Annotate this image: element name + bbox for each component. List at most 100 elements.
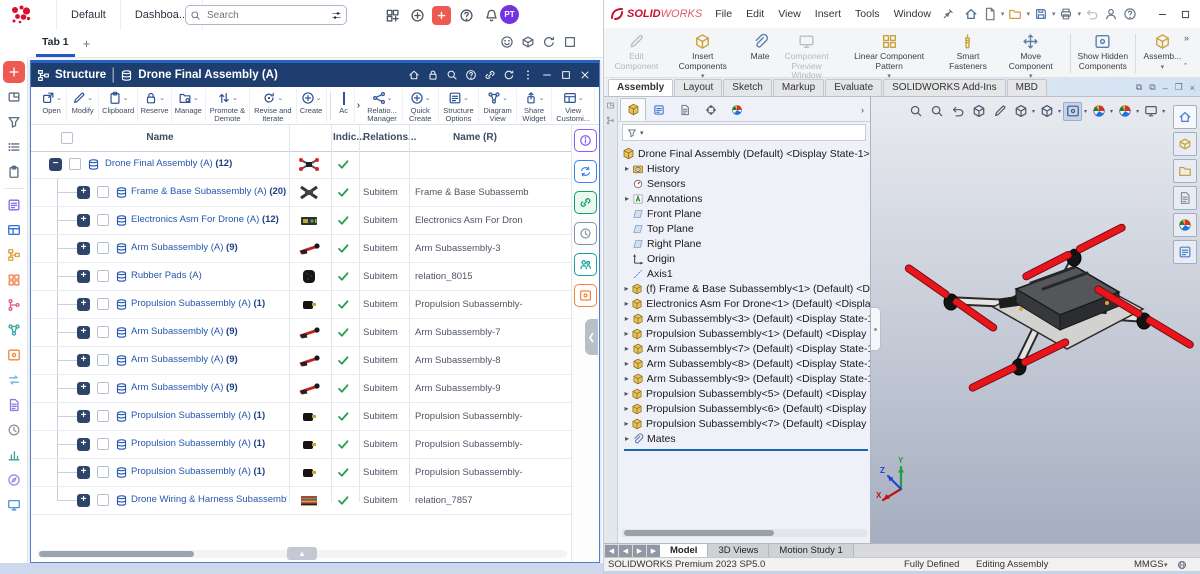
print-icon[interactable] <box>1057 5 1075 23</box>
tree-item-propulsion-subassembly-1-default[interactable]: ▸Propulsion Subassembly<1> (Default) <Di… <box>622 326 870 341</box>
taskpane-appearances-icon[interactable] <box>1173 213 1197 237</box>
toolbar-diagram-view[interactable]: ⌄Diagram View <box>479 89 516 122</box>
maximize-icon[interactable] <box>558 67 574 83</box>
view-settings-icon[interactable] <box>1141 102 1160 121</box>
rollback-bar[interactable] <box>624 449 868 451</box>
item-name-link[interactable]: Drone Final Assembly (A) (12) <box>105 158 287 169</box>
table-row[interactable]: +Propulsion Subassembly (A) (1)SubitemPr… <box>31 403 571 431</box>
tree-item-sensors[interactable]: Sensors <box>622 176 870 191</box>
row-checkbox[interactable] <box>97 298 109 310</box>
nav-prev-icon[interactable]: ◀ <box>619 545 632 557</box>
nav-first-icon[interactable]: ◀ <box>605 545 618 557</box>
ribbon-collapse-icon[interactable]: ˆ <box>1184 62 1187 72</box>
rail-item-info[interactable] <box>574 129 597 152</box>
dropdown-caret-icon[interactable]: ▾ <box>1052 10 1056 18</box>
row-checkbox[interactable] <box>97 354 109 366</box>
dropdown-caret-icon[interactable]: ▾ <box>1110 108 1113 115</box>
taskpane-custom-properties-icon[interactable] <box>1173 240 1197 264</box>
user-icon[interactable] <box>1102 5 1120 23</box>
toolbar-expand-icon[interactable]: › <box>357 100 360 111</box>
dropdown-caret-icon[interactable]: ▾ <box>1161 63 1165 71</box>
tree-root[interactable]: Drone Final Assembly (Default) <Display … <box>622 146 870 161</box>
search-input[interactable] <box>205 9 327 22</box>
section-view-icon[interactable] <box>969 102 988 121</box>
cmd-show-hidden-components[interactable]: Show Hidden Components <box>1073 30 1133 77</box>
dropdown-caret-icon[interactable]: ▾ <box>1136 108 1139 115</box>
tab-tab-1[interactable]: Tab 1 <box>36 30 75 57</box>
dropdown-caret-icon[interactable]: ▾ <box>1084 108 1087 115</box>
item-name-link[interactable]: Electronics Asm For Drone (A) (12) <box>131 214 287 225</box>
more-icon[interactable] <box>520 67 536 83</box>
sidebar-history[interactable] <box>3 419 25 441</box>
tree-item-propulsion-subassembly-7-default[interactable]: ▸Propulsion Subassembly<7> (Default) <Di… <box>622 416 870 431</box>
item-name-link[interactable]: Frame & Base Subassembly (A) (20) <box>131 186 287 197</box>
tree-expand-arrow-icon[interactable]: ▸ <box>622 374 632 383</box>
ribbon-tab-evaluate[interactable]: Evaluate <box>825 79 882 96</box>
table-row[interactable]: −Drone Final Assembly (A) (12) <box>31 151 571 179</box>
row-checkbox[interactable] <box>97 466 109 478</box>
home-icon[interactable] <box>406 67 422 83</box>
expand-node-icon[interactable]: + <box>77 298 90 311</box>
row-checkbox[interactable] <box>97 214 109 226</box>
undo-icon[interactable] <box>1083 5 1101 23</box>
item-name-link[interactable]: Drone Wiring & Harness Subassembly (A) (… <box>131 494 287 505</box>
tree-item-origin[interactable]: Origin <box>622 251 870 266</box>
help-icon[interactable] <box>463 67 479 83</box>
previous-view-icon[interactable] <box>948 102 967 121</box>
tree-expand-arrow-icon[interactable]: ▸ <box>622 329 631 338</box>
expand-node-icon[interactable]: + <box>77 186 90 199</box>
rail-item-history[interactable] <box>574 222 597 245</box>
row-checkbox[interactable] <box>97 242 109 254</box>
sidebar-filter[interactable] <box>3 111 25 133</box>
expand-node-icon[interactable]: + <box>77 242 90 255</box>
tree-expand-arrow-icon[interactable]: ▸ <box>622 164 632 173</box>
cmd-insert-components[interactable]: Insert Components▾ <box>663 30 743 77</box>
doc-close-icon[interactable]: × <box>1190 83 1195 93</box>
pane-windows-icon[interactable] <box>606 101 615 110</box>
toolbar-view-customi-[interactable]: ⌄View Customi... <box>552 89 595 122</box>
apply-scene-icon[interactable] <box>1115 102 1134 121</box>
app-switcher-icon[interactable] <box>382 5 402 25</box>
row-checkbox[interactable] <box>97 494 109 506</box>
row-checkbox[interactable] <box>97 438 109 450</box>
taskpane-file-explorer-icon[interactable] <box>1173 159 1197 183</box>
panel-expand-icon[interactable]: › <box>861 105 868 115</box>
tree-item-electronics-asm-for-drone-1-defa[interactable]: ▸Electronics Asm For Drone<1> (Default) … <box>622 296 870 311</box>
properties-tab[interactable] <box>646 98 672 121</box>
graphics-viewport[interactable]: X Y Z ▾▾▾▾▾▾ <box>871 97 1200 543</box>
plm-logo-icon[interactable] <box>8 2 34 28</box>
item-name-link[interactable]: Arm Subassembly (A) (9) <box>131 382 287 393</box>
ribbon-tab-sketch[interactable]: Sketch <box>723 79 772 96</box>
menu-window[interactable]: Window <box>887 8 938 20</box>
tree-item-right-plane[interactable]: Right Plane <box>622 236 870 251</box>
collapse-panel-handle[interactable]: ❮ <box>585 319 598 355</box>
display-style-icon[interactable] <box>1037 102 1056 121</box>
toolbar-structure-options[interactable]: ⌄Structure Options <box>439 89 480 122</box>
table-row[interactable]: +Arm Subassembly (A) (9)SubitemArm Subas… <box>31 319 571 347</box>
reload-icon[interactable] <box>542 35 556 49</box>
dropdown-caret-icon[interactable]: ▾ <box>1001 10 1005 18</box>
tree-expand-arrow-icon[interactable]: ▸ <box>622 284 631 293</box>
nav-next-icon[interactable]: ▶ <box>633 545 646 557</box>
dropdown-caret-icon[interactable]: ▾ <box>1032 108 1035 115</box>
table-row[interactable]: + Drone Wiring & Harness Subassembly (A) … <box>31 487 571 515</box>
expand-node-icon[interactable]: + <box>77 354 90 367</box>
structure-window-titlebar[interactable]: Structure | Drone Final Assembly (A) <box>31 63 599 87</box>
units-caret-icon[interactable]: ▾ <box>1164 561 1168 569</box>
zoom-area-icon[interactable] <box>927 102 946 121</box>
tree-expand-arrow-icon[interactable]: ▸ <box>622 314 632 323</box>
link-icon[interactable] <box>482 67 498 83</box>
toolbar-revise-and-iterate[interactable]: ⌄Revise and Iterate <box>250 89 296 122</box>
tree-expand-arrow-icon[interactable]: ▸ <box>622 419 631 428</box>
row-checkbox[interactable] <box>97 270 109 282</box>
doc-tab-3d-views[interactable]: 3D Views <box>708 544 769 557</box>
rail-sync[interactable] <box>574 160 597 183</box>
expand-node-icon[interactable]: + <box>77 494 90 507</box>
tree-item-arm-subassembly-8-default-displa[interactable]: ▸Arm Subassembly<8> (Default) <Display S… <box>622 356 870 371</box>
notifications-icon[interactable] <box>481 5 501 25</box>
taskpane-content-icon[interactable] <box>1173 132 1197 156</box>
pin-menu-icon[interactable] <box>942 8 954 20</box>
column-name[interactable]: Name <box>31 132 289 143</box>
tree-expand-arrow-icon[interactable]: ▸ <box>622 359 632 368</box>
tree-expand-arrow-icon[interactable]: ▸ <box>622 299 631 308</box>
